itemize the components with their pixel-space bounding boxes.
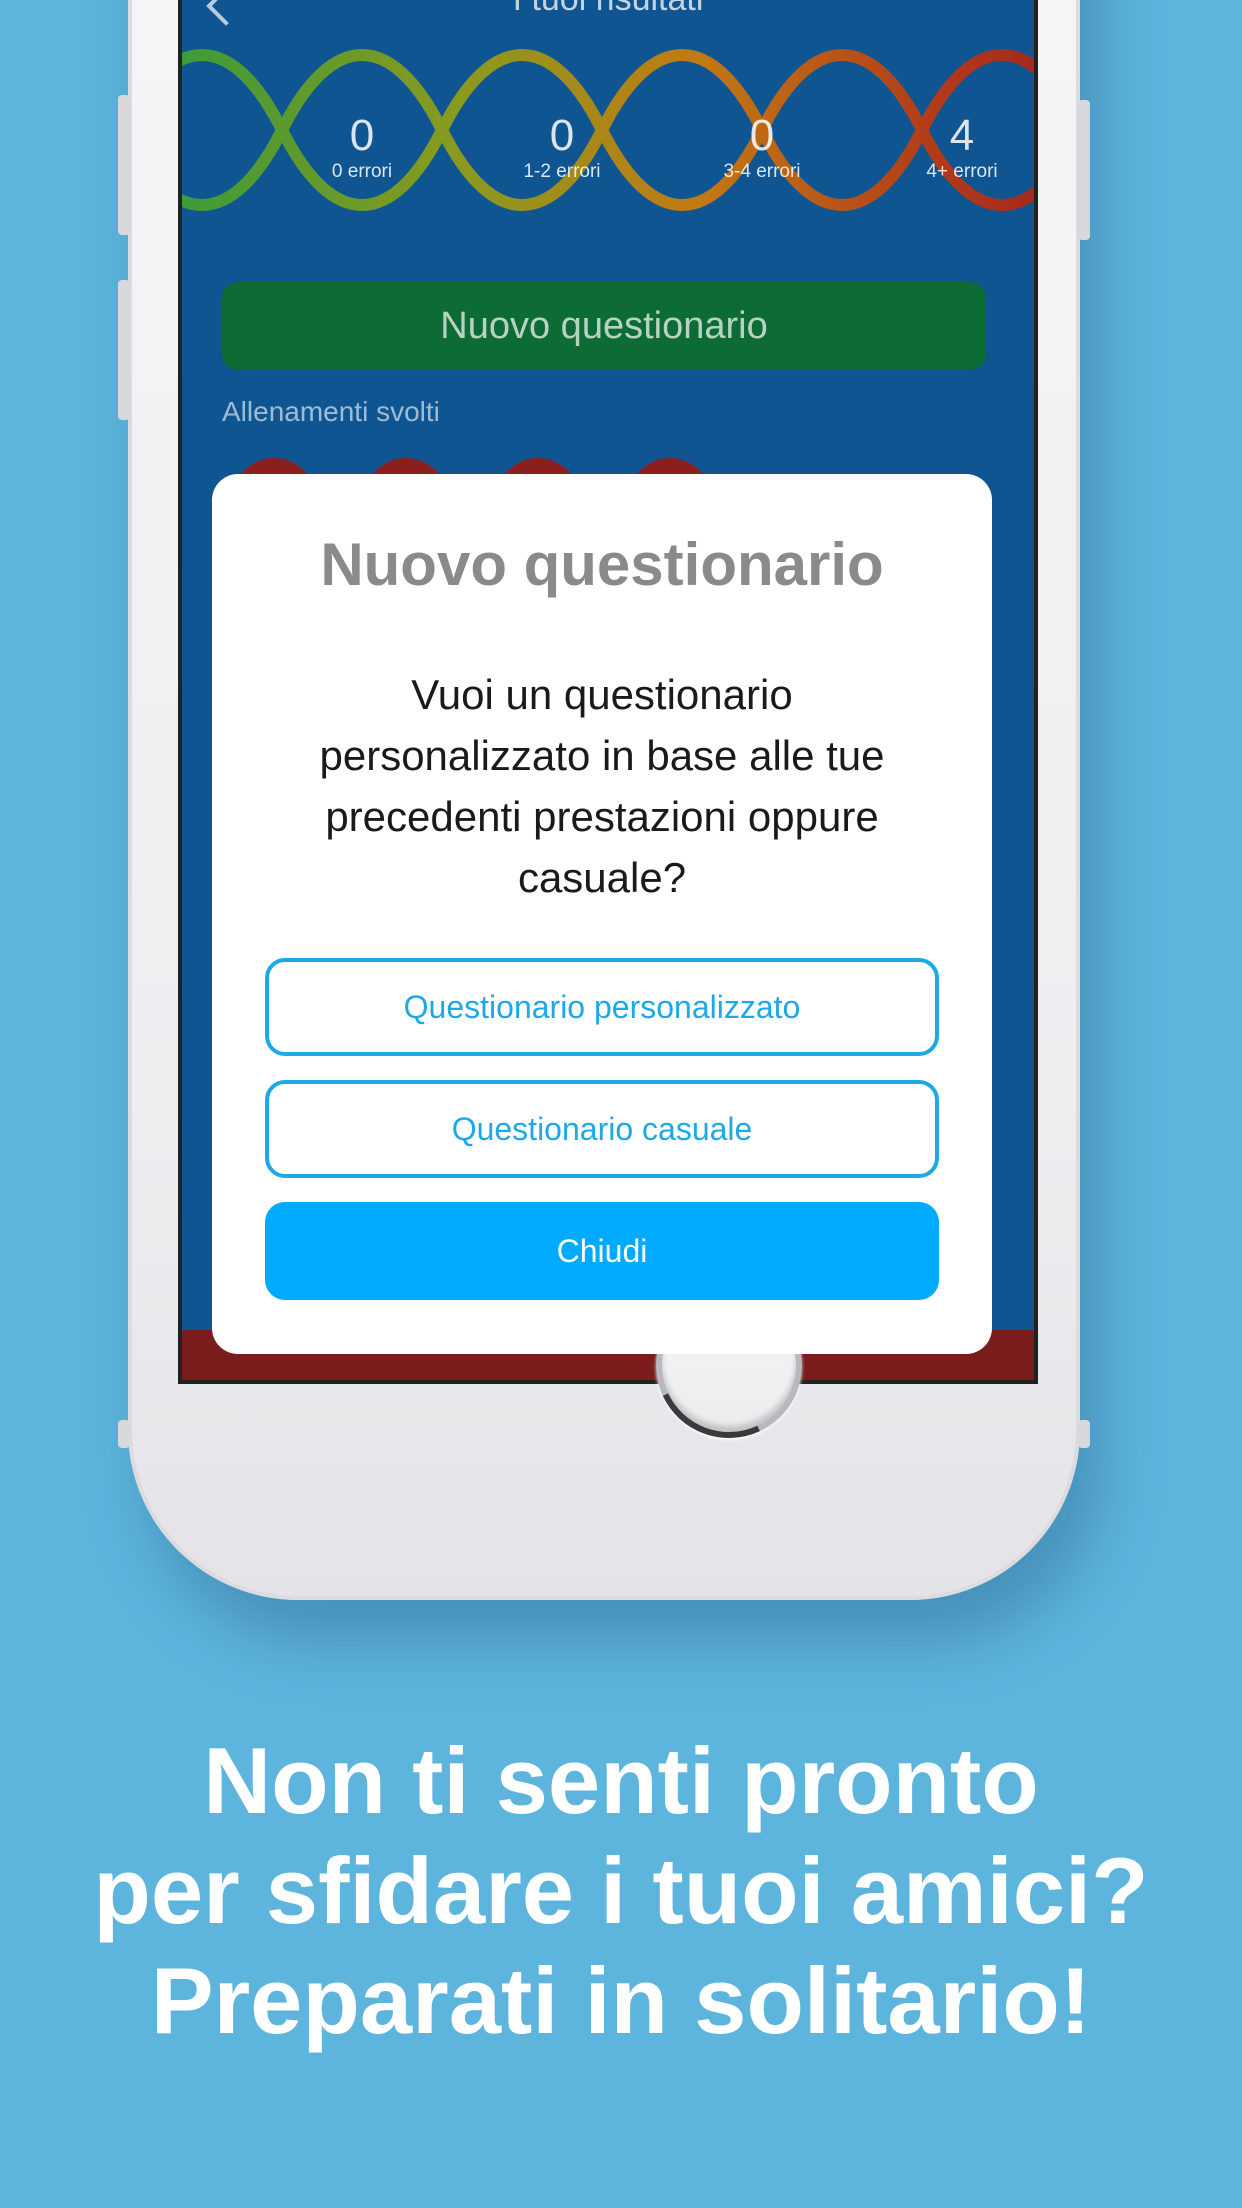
phone-side-button: [118, 1420, 130, 1448]
stat-four-plus-errors: 4 4+ errori: [882, 112, 1038, 184]
stat-label: 4+ errori: [882, 160, 1038, 184]
caption-line-2: per sfidare i tuoi amici?: [0, 1836, 1242, 1946]
trainings-label: Allenamenti svolti: [222, 396, 440, 428]
caption-line-3: Preparati in solitario!: [0, 1946, 1242, 2056]
stat-label: 1-2 errori: [482, 160, 642, 184]
close-button[interactable]: Chiudi: [265, 1202, 939, 1300]
dialog-title: Nuovo questionario: [212, 530, 992, 599]
stat-label: 3-4 errori: [682, 160, 842, 184]
stat-three-four-errors: 0 3-4 errori: [682, 112, 842, 184]
stat-label: 0 errori: [282, 160, 442, 184]
stat-value: 4: [882, 112, 1038, 160]
caption-line-1: Non ti senti pronto: [0, 1726, 1242, 1836]
power-button: [1078, 100, 1090, 240]
promo-caption: Non ti senti pronto per sfidare i tuoi a…: [0, 1726, 1242, 2056]
personalized-quiz-button[interactable]: Questionario personalizzato: [265, 958, 939, 1056]
phone-side-button: [1078, 1420, 1090, 1448]
stat-one-two-errors: 0 1-2 errori: [482, 112, 642, 184]
stat-value: 0: [282, 112, 442, 160]
stat-value: 0: [482, 112, 642, 160]
volume-up-button: [118, 95, 130, 235]
stat-value: 0: [682, 112, 842, 160]
stat-zero-errors: 0 0 errori: [282, 112, 442, 184]
volume-down-button: [118, 280, 130, 420]
nav-title: I tuoi risultati: [182, 0, 1034, 19]
new-quiz-button[interactable]: Nuovo questionario: [222, 282, 986, 370]
dialog-message: Vuoi un questionario personalizzato in b…: [272, 664, 932, 908]
new-quiz-dialog: Nuovo questionario Vuoi un questionario …: [212, 474, 992, 1354]
random-quiz-button[interactable]: Questionario casuale: [265, 1080, 939, 1178]
